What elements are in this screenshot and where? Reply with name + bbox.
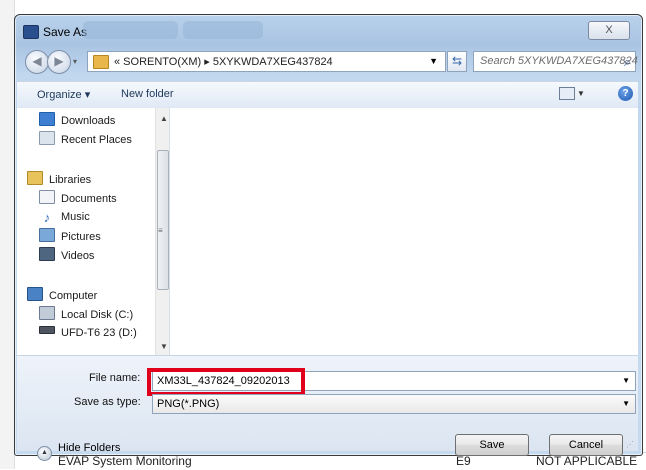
local-disk-icon (39, 306, 55, 320)
sidebar-item-label: Pictures (61, 231, 101, 243)
address-dropdown-icon[interactable]: ▼ (429, 56, 438, 66)
resize-grip-icon[interactable]: ⋰ (626, 440, 634, 449)
sidebar-item-label: Computer (49, 290, 98, 302)
address-path[interactable]: « SORENTO(XM) ▸ 5XYKWDA7XEG437824 (114, 55, 333, 68)
documents-icon (39, 190, 55, 204)
collapse-icon: ▲ (37, 446, 52, 461)
sidebar-item-music[interactable]: ♪ Music (39, 209, 90, 225)
pictures-icon (39, 228, 55, 242)
search-icon[interactable]: ⌕ (624, 54, 631, 70)
organize-menu[interactable]: Organize ▾ (37, 88, 90, 101)
libraries-icon (27, 171, 43, 185)
view-options-dropdown-icon[interactable]: ▼ (577, 89, 585, 98)
back-button[interactable]: ◀ (25, 50, 49, 74)
recent-places-icon (39, 131, 55, 145)
sidebar-item-computer[interactable]: Computer (27, 287, 97, 303)
search-box[interactable]: Search 5XYKWDA7XEG437824 ⌕ (473, 51, 638, 72)
scroll-down-icon[interactable]: ▼ (160, 342, 168, 351)
background-left-edge (0, 0, 15, 469)
sidebar-item-label: Libraries (49, 174, 92, 186)
sidebar-item-usb-drive[interactable]: UFD-T6 23 (D:) (39, 325, 137, 341)
file-name-dropdown-icon[interactable]: ▼ (622, 376, 630, 385)
save-type-value[interactable]: PNG(*.PNG) (157, 398, 219, 410)
recent-pages-dropdown[interactable]: ▾ (73, 57, 77, 66)
save-options-panel: File name: XM33L_437824_09202013 ▼ Save … (17, 355, 638, 461)
app-icon (23, 25, 39, 39)
save-as-dialog: Save As X ◀ ▶ ▾ « SORENTO(XM) ▸ 5XYKWDA7… (14, 14, 643, 461)
sidebar-item-local-disk[interactable]: Local Disk (C:) (39, 306, 133, 322)
save-type-label: Save as type: (74, 396, 141, 408)
usb-drive-icon (39, 326, 55, 334)
cancel-button[interactable]: Cancel (549, 434, 623, 456)
scrollbar-thumb[interactable] (157, 150, 169, 290)
file-name-highlight (147, 368, 305, 396)
address-bar[interactable]: « SORENTO(XM) ▸ 5XYKWDA7XEG437824 ▼ (87, 51, 446, 72)
file-list-area[interactable] (170, 108, 638, 355)
new-folder-button[interactable]: New folder (121, 88, 174, 100)
forward-button[interactable]: ▶ (47, 50, 71, 74)
sidebar-item-downloads[interactable]: Downloads (39, 112, 115, 128)
navigation-scrollbar[interactable]: ▲ ≡ ▼ (155, 108, 169, 355)
sidebar-item-videos[interactable]: Videos (39, 247, 94, 263)
sidebar-item-label: Videos (61, 250, 95, 262)
scrollbar-grip-icon: ≡ (158, 226, 163, 235)
save-type-dropdown-icon[interactable]: ▼ (622, 399, 630, 408)
computer-icon (27, 287, 43, 301)
sidebar-item-label: Downloads (61, 115, 116, 127)
dialog-title: Save As (43, 25, 88, 39)
sidebar-item-label: Local Disk (C:) (61, 309, 134, 321)
music-icon: ♪ (39, 211, 55, 225)
background-title-ghost (183, 21, 263, 39)
change-view-icon[interactable] (559, 87, 575, 100)
sidebar-item-label: Documents (61, 193, 117, 205)
command-bar: Organize ▾ New folder ▼ ? (17, 81, 638, 109)
close-button[interactable]: X (588, 21, 630, 40)
hide-folders-label: Hide Folders (58, 442, 121, 454)
sidebar-item-label: UFD-T6 23 (D:) (61, 327, 137, 339)
scroll-up-icon[interactable]: ▲ (160, 114, 168, 123)
sidebar-item-recent-places[interactable]: Recent Places (39, 131, 132, 147)
help-icon[interactable]: ? (618, 86, 633, 101)
sidebar-item-label: Music (61, 211, 90, 223)
downloads-icon (39, 112, 55, 126)
file-name-label: File name: (89, 372, 141, 384)
sidebar-item-pictures[interactable]: Pictures (39, 228, 101, 244)
hide-folders-button[interactable]: ▲ Hide Folders (37, 442, 120, 461)
background-title-ghost (83, 21, 178, 39)
navigation-pane: Downloads Recent Places Libraries Docume… (17, 108, 170, 355)
sidebar-item-documents[interactable]: Documents (39, 190, 117, 206)
save-type-select[interactable]: PNG(*.PNG) ▼ (152, 394, 636, 414)
sidebar-item-libraries[interactable]: Libraries (27, 171, 91, 187)
folder-icon (93, 55, 109, 69)
sidebar-item-label: Recent Places (61, 134, 132, 146)
background-row-code: E9 (456, 454, 471, 468)
refresh-button[interactable]: ⇆ (447, 51, 467, 72)
background-row-status: NOT APPLICABLE (536, 454, 638, 468)
search-input[interactable]: Search 5XYKWDA7XEG437824 (480, 55, 638, 67)
save-button[interactable]: Save (455, 434, 529, 456)
videos-icon (39, 247, 55, 261)
